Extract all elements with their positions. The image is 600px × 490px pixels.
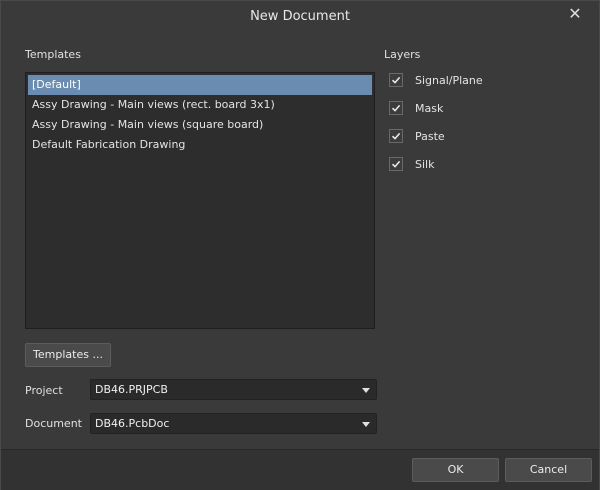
title-bar[interactable]: New Document ✕ [1, 1, 599, 31]
templates-button[interactable]: Templates ... [25, 343, 111, 367]
chevron-down-icon [362, 388, 370, 393]
signal-plane-label: Signal/Plane [415, 74, 483, 87]
cancel-button[interactable]: Cancel [505, 458, 592, 482]
dialog-footer: OK Cancel [1, 449, 599, 490]
chevron-down-icon [362, 422, 370, 427]
dialog-title: New Document [250, 9, 350, 24]
document-select-value: DB46.PcbDoc [95, 417, 170, 430]
layers-label: Layers [384, 48, 421, 61]
project-label: Project [25, 384, 63, 397]
mask-checkbox[interactable] [389, 101, 403, 115]
project-select-value: DB46.PRJPCB [95, 383, 168, 396]
paste-label: Paste [415, 130, 445, 143]
checkmark-icon [391, 160, 401, 168]
templates-list[interactable]: [Default] Assy Drawing - Main views (rec… [25, 72, 375, 329]
template-item-fabrication[interactable]: Default Fabrication Drawing [28, 135, 372, 155]
template-item-assy-square[interactable]: Assy Drawing - Main views (square board) [28, 115, 372, 135]
paste-checkbox[interactable] [389, 129, 403, 143]
checkmark-icon [391, 132, 401, 140]
new-document-dialog: New Document ✕ Templates [Default] Assy … [0, 0, 600, 490]
silk-label: Silk [415, 158, 435, 171]
silk-checkbox[interactable] [389, 157, 403, 171]
templates-label: Templates [25, 48, 81, 61]
checkmark-icon [391, 76, 401, 84]
document-select[interactable]: DB46.PcbDoc [90, 413, 377, 434]
dialog-content: Templates [Default] Assy Drawing - Main … [1, 31, 599, 449]
close-icon[interactable]: ✕ [565, 5, 585, 25]
ok-button[interactable]: OK [412, 458, 499, 482]
mask-label: Mask [415, 102, 444, 115]
template-item-assy-rect[interactable]: Assy Drawing - Main views (rect. board 3… [28, 95, 372, 115]
document-label: Document [25, 417, 82, 430]
signal-plane-checkbox[interactable] [389, 73, 403, 87]
project-select[interactable]: DB46.PRJPCB [90, 379, 377, 400]
template-item-default[interactable]: [Default] [28, 75, 372, 95]
checkmark-icon [391, 104, 401, 112]
